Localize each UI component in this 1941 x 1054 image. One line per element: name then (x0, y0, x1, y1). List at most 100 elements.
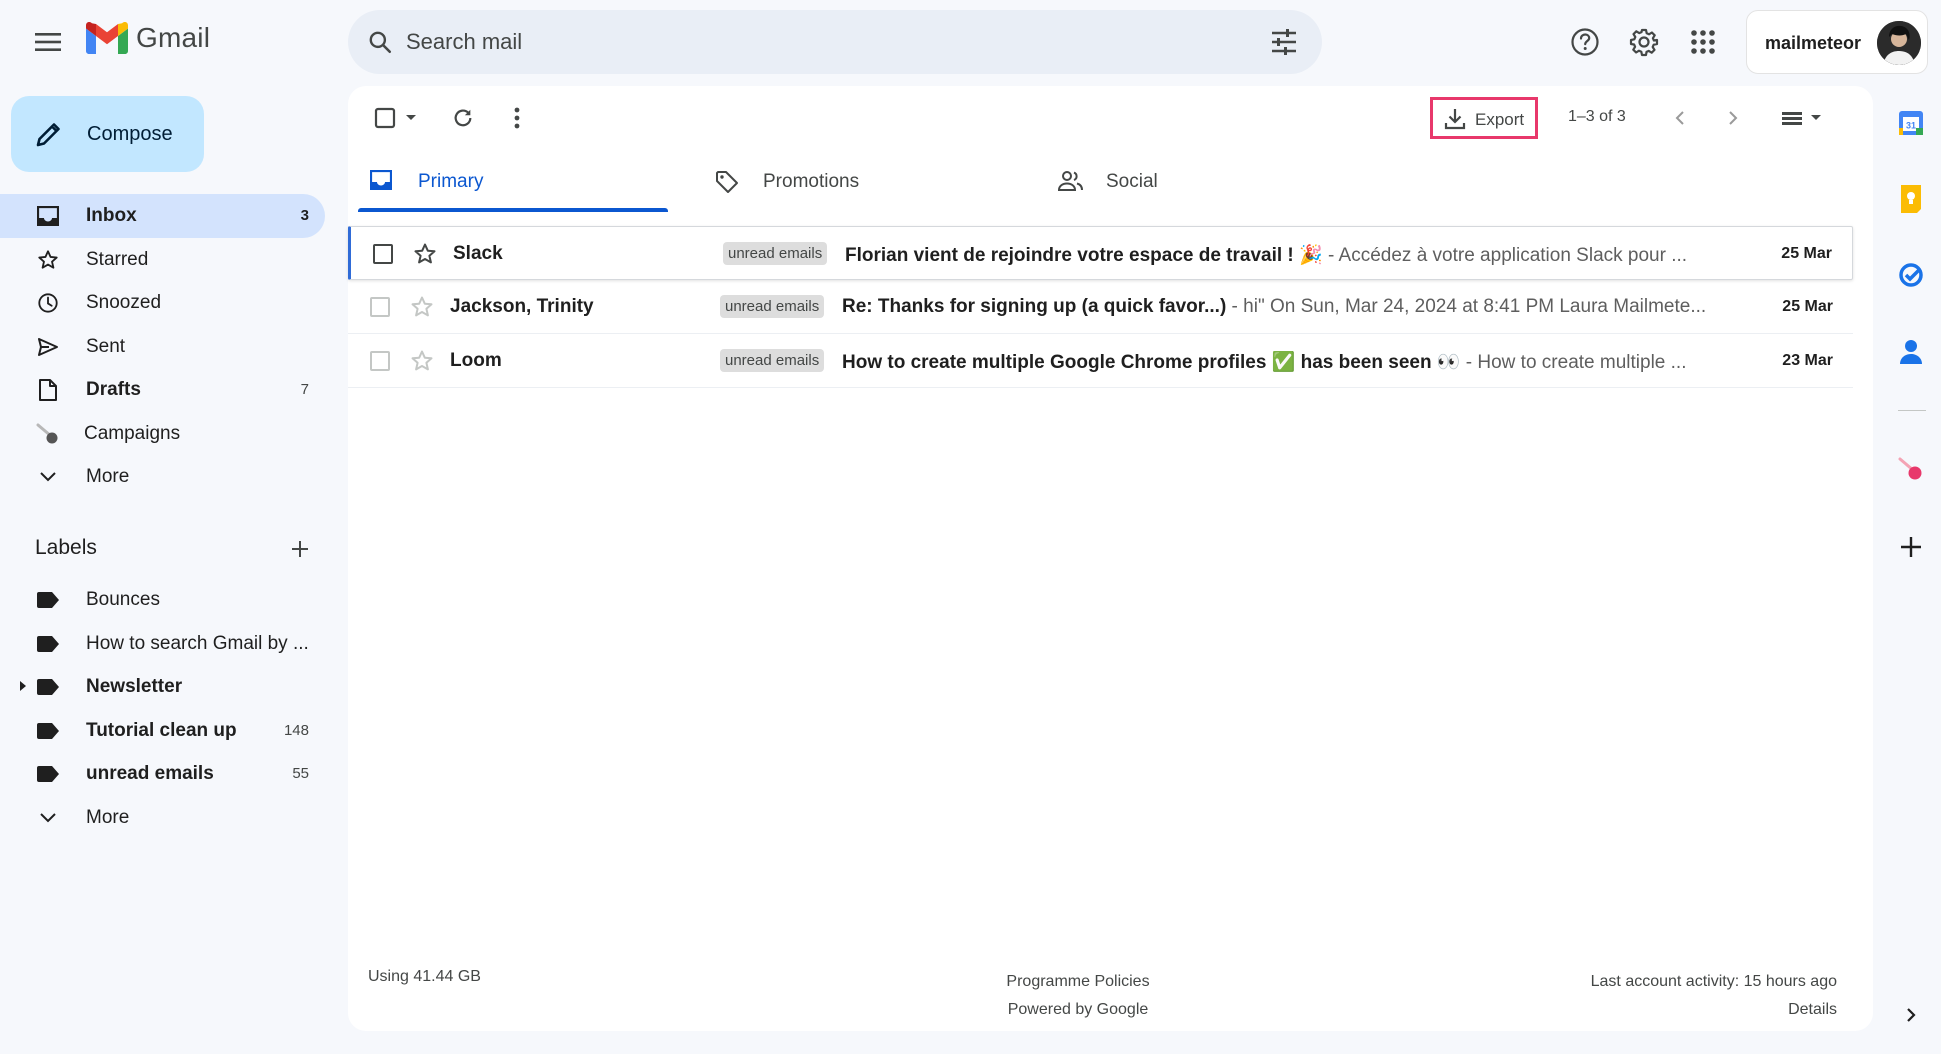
label-name: Bounces (86, 589, 160, 610)
email-label-chip[interactable]: unread emails (720, 295, 825, 318)
email-date: 23 Mar (1782, 352, 1833, 369)
email-sender: Loom (450, 350, 502, 371)
tasks-icon[interactable] (1896, 260, 1926, 290)
account-switcher[interactable]: mailmeteor (1746, 10, 1928, 74)
star-icon[interactable] (410, 295, 434, 319)
compose-button[interactable]: Compose (11, 96, 204, 172)
keep-icon[interactable] (1896, 184, 1926, 214)
add-label-icon[interactable] (285, 534, 315, 564)
label-count: 148 (283, 721, 309, 739)
sidebar-item-drafts[interactable]: Drafts 7 (0, 368, 325, 412)
gmail-m-icon (86, 22, 128, 54)
tab-label: Promotions (763, 171, 860, 192)
email-label-chip[interactable]: unread emails (720, 349, 825, 372)
label-item-search-gmail[interactable]: How to search Gmail by ... (0, 622, 325, 666)
refresh-icon[interactable] (443, 98, 483, 138)
tab-social[interactable]: Social (1036, 150, 1356, 212)
page-footer: Using 41.44 GB Programme Policies Powere… (348, 958, 1873, 1018)
unread-count: 3 (300, 207, 309, 224)
mailmeteor-icon (36, 422, 60, 446)
details-link[interactable]: Details (1788, 1001, 1837, 1018)
sidebar-item-label: Drafts (86, 379, 141, 400)
sidebar-item-sent[interactable]: Sent (0, 325, 325, 369)
sidebar-item-campaigns[interactable]: Campaigns (0, 412, 325, 456)
mail-toolbar: Export 1–3 of 3 (348, 86, 1873, 150)
email-date: 25 Mar (1781, 245, 1832, 262)
expand-side-panel-icon[interactable] (1896, 1000, 1926, 1030)
sidebar-item-more[interactable]: More (0, 455, 325, 499)
hamburger-menu-icon (35, 33, 61, 51)
sidebar-item-starred[interactable]: Starred (0, 238, 325, 282)
star-icon[interactable] (413, 242, 437, 266)
star-icon[interactable] (410, 349, 434, 373)
programme-policies-link[interactable]: Programme Policies (1006, 973, 1149, 990)
row-checkbox[interactable] (370, 351, 390, 371)
email-list: Slack unread emails Florian vient de rej… (348, 226, 1853, 388)
help-icon[interactable] (1565, 22, 1605, 62)
email-row[interactable]: Slack unread emails Florian vient de rej… (348, 226, 1853, 280)
label-item-tutorial-clean-up[interactable]: Tutorial clean up 148 (0, 709, 325, 753)
mailmeteor-addon-icon[interactable] (1896, 454, 1926, 484)
gmail-logo[interactable]: Gmail (86, 22, 210, 54)
tab-promotions[interactable]: Promotions (693, 150, 1013, 212)
draft-icon (36, 378, 60, 402)
density-toggle-icon[interactable] (1774, 98, 1830, 138)
email-snippet: - Accédez à votre application Slack pour… (1322, 245, 1688, 266)
main-menu-button[interactable] (28, 22, 68, 62)
label-tag-icon (37, 635, 59, 652)
active-tab-indicator (358, 208, 668, 212)
email-row[interactable]: Loom unread emails How to create multipl… (348, 334, 1853, 388)
search-icon[interactable] (364, 26, 396, 58)
settings-gear-icon[interactable] (1624, 22, 1664, 62)
row-checkbox[interactable] (370, 297, 390, 317)
row-checkbox[interactable] (373, 244, 393, 264)
label-item-bounces[interactable]: Bounces (0, 578, 325, 622)
sidebar-item-label: Snoozed (86, 292, 162, 313)
label-item-newsletter[interactable]: Newsletter (0, 665, 325, 709)
sidebar-item-snoozed[interactable]: Snoozed (0, 281, 325, 325)
label-tag-icon (37, 679, 59, 695)
next-page-icon[interactable] (1713, 98, 1753, 138)
sidebar-item-label: Starred (86, 248, 149, 270)
label-count: 55 (292, 765, 309, 782)
footer-links: Programme Policies Powered by Google (988, 968, 1168, 1024)
email-snippet: - hi" On Sun, Mar 24, 2024 at 8:41 PM La… (1226, 296, 1707, 317)
avatar[interactable] (1877, 21, 1921, 65)
previous-page-icon[interactable] (1660, 98, 1700, 138)
caret-right-icon[interactable] (19, 680, 27, 692)
tab-primary[interactable]: Primary (348, 150, 668, 212)
email-subject-line: Florian vient de rejoindre votre espace … (845, 243, 1711, 267)
label-name: More (86, 806, 130, 828)
add-addon-icon[interactable] (1896, 532, 1926, 562)
email-snippet: - How to create multiple ... (1460, 352, 1687, 373)
send-icon (36, 335, 60, 359)
calendar-icon[interactable]: 31 (1896, 108, 1926, 138)
sidebar-nav: Inbox 3 Starred Snoozed Sent Drafts 7 Ca… (0, 194, 330, 499)
export-label: Export (1475, 110, 1525, 129)
search-options-icon[interactable] (1268, 26, 1300, 58)
label-tag-icon (37, 766, 59, 782)
email-subject: Florian vient de rejoindre votre espace … (845, 245, 1323, 266)
labels-more[interactable]: More (0, 796, 325, 840)
category-tabs: Primary Promotions Social (348, 150, 1873, 212)
tab-label: Social (1106, 171, 1158, 192)
contacts-icon[interactable] (1896, 336, 1926, 366)
labels-header: Labels (35, 534, 315, 564)
apps-grid-icon[interactable] (1683, 22, 1723, 62)
account-activity: Last account activity: 15 hours ago Deta… (1591, 968, 1837, 1024)
export-button[interactable]: Export (1430, 97, 1538, 139)
labels-list: Bounces How to search Gmail by ... Newsl… (0, 578, 330, 839)
sidebar-item-inbox[interactable]: Inbox 3 (0, 194, 325, 238)
email-subject-line: Re: Thanks for signing up (a quick favor… (842, 296, 1708, 318)
email-row[interactable]: Jackson, Trinity unread emails Re: Thank… (348, 280, 1853, 334)
compose-label: Compose (87, 123, 173, 145)
label-item-unread-emails[interactable]: unread emails 55 (0, 752, 325, 796)
more-vert-icon[interactable] (497, 98, 537, 138)
sidebar-item-label: More (86, 466, 130, 487)
app-name: Gmail (136, 22, 211, 53)
search-input[interactable] (406, 24, 1206, 60)
select-all-checkbox[interactable] (368, 98, 424, 138)
email-label-chip[interactable]: unread emails (723, 242, 828, 265)
inbox-icon (36, 204, 60, 228)
label-name: Newsletter (86, 676, 183, 697)
